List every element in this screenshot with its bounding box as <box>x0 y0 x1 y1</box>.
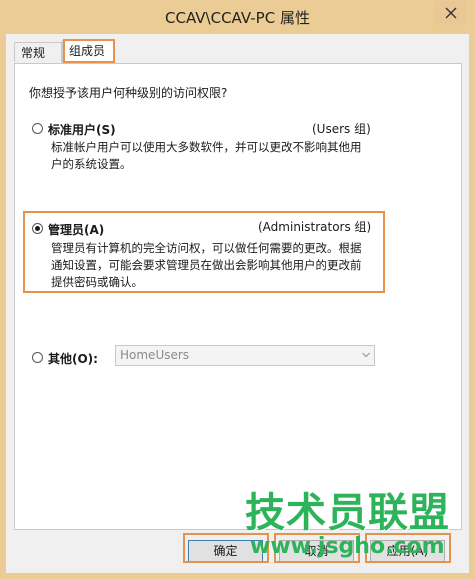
users-group-label: (Users 组) <box>312 122 371 136</box>
window-title: CCAV\CCAV-PC 属性 <box>165 9 310 27</box>
watermark-url: www.jsgho.com <box>250 534 445 559</box>
other-group-select[interactable]: HomeUsers <box>115 345 375 366</box>
tab-general[interactable]: 常规 <box>14 42 62 62</box>
close-button[interactable] <box>435 1 467 25</box>
administrator-description: 管理员有计算机的完全访问权，可以做任何需要的更改。根据 通知设置，可能会要求管理… <box>51 240 362 291</box>
close-icon <box>445 7 457 19</box>
standard-user-label[interactable]: 标准用户(S) <box>48 121 116 138</box>
watermark-logo-text: 技术员联盟 <box>245 490 450 536</box>
other-group-select-value: HomeUsers <box>120 348 190 362</box>
administrator-radio[interactable] <box>32 223 43 234</box>
site-watermark: 技术员联盟 www.jsgho.com <box>245 480 475 575</box>
standard-user-description: 标准帐户用户可以使用大多数软件，并可以更改不影响其他用 户的系统设置。 <box>51 139 362 173</box>
tab-group-membership[interactable]: 组成员 <box>62 40 114 64</box>
admin-desc-line: 提供密码或确认。 <box>51 275 143 289</box>
tab-panel: 你想授予该用户何种级别的访问权限? 标准用户(S) (Users 组) 标准帐户… <box>14 63 462 530</box>
administrator-label[interactable]: 管理员(A) <box>48 221 104 238</box>
other-label[interactable]: 其他(O): <box>48 350 98 367</box>
other-radio[interactable] <box>32 352 43 363</box>
admin-desc-line: 通知设置，可能会要求管理员在做出会影响其他用户的更改前 <box>51 258 362 272</box>
chevron-down-icon <box>362 352 370 358</box>
standard-user-radio[interactable] <box>32 123 43 134</box>
standard-desc-line: 户的系统设置。 <box>51 157 132 171</box>
administrators-group-label: (Administrators 组) <box>258 220 372 234</box>
admin-desc-line: 管理员有计算机的完全访问权，可以做任何需要的更改。根据 <box>51 241 362 255</box>
standard-desc-line: 标准帐户用户可以使用大多数软件，并可以更改不影响其他用 <box>51 140 362 154</box>
access-level-question: 你想授予该用户何种级别的访问权限? <box>29 86 228 100</box>
properties-window: CCAV\CCAV-PC 属性 常规 组成员 你想授予该用户何种级别的访问权限?… <box>0 0 475 579</box>
title-bar[interactable]: CCAV\CCAV-PC 属性 <box>0 0 475 34</box>
